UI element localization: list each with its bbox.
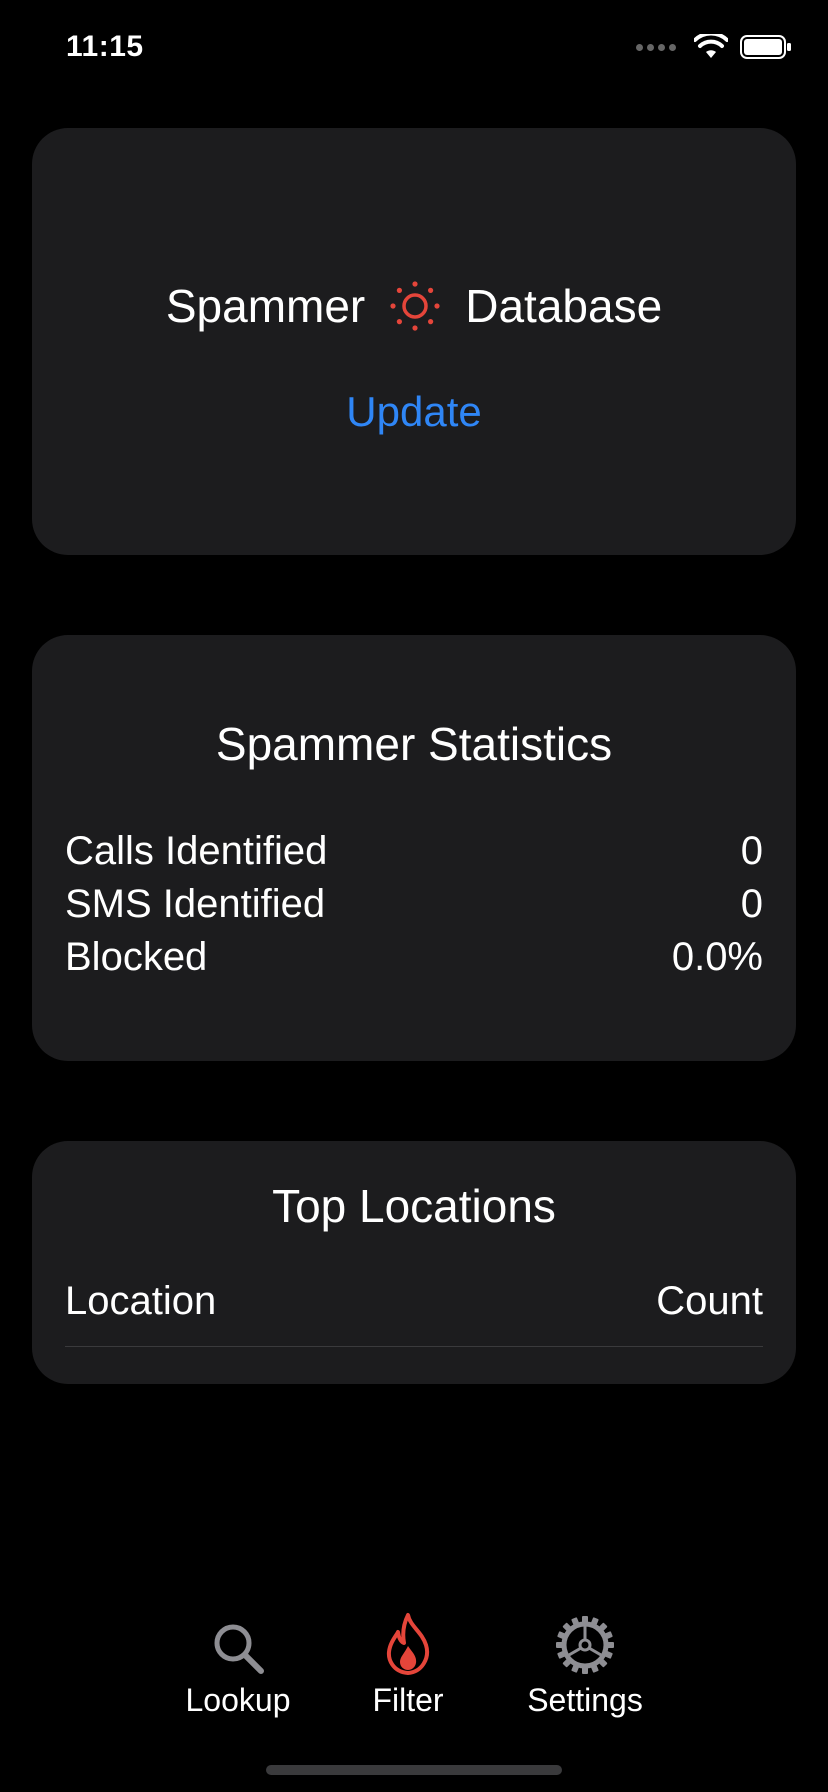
- flame-icon: [387, 1613, 429, 1675]
- stat-label: Blocked: [65, 935, 208, 979]
- status-icons: [636, 34, 792, 60]
- stat-row-blocked: Blocked 0.0%: [65, 931, 763, 983]
- tab-filter[interactable]: Filter: [328, 1610, 488, 1719]
- home-indicator: [266, 1765, 562, 1775]
- top-locations-card: Top Locations Location Count: [32, 1141, 796, 1384]
- database-title-right: Database: [465, 280, 663, 332]
- magnifying-glass-icon: [214, 1624, 264, 1674]
- database-title-left: Spammer: [165, 280, 366, 332]
- stat-row-sms: SMS Identified 0: [65, 878, 763, 930]
- locations-table-header: Location Count: [65, 1279, 763, 1324]
- cellular-signal-icon: [636, 43, 676, 51]
- stat-value: 0.0%: [671, 935, 763, 979]
- column-header-count: Count: [656, 1279, 763, 1323]
- column-header-location: Location: [65, 1279, 217, 1323]
- tab-bar: Lookup Filter Settings: [0, 1610, 828, 1730]
- tab-settings[interactable]: Settings: [505, 1610, 665, 1719]
- database-title: Spammer Database: [32, 278, 796, 334]
- database-card: Spammer Database Update: [32, 128, 796, 555]
- stat-label: Calls Identified: [65, 829, 328, 873]
- tab-label: Filter: [372, 1682, 444, 1718]
- status-bar: 11:15: [0, 0, 828, 100]
- tab-lookup[interactable]: Lookup: [158, 1610, 318, 1719]
- status-time: 11:15: [66, 30, 144, 63]
- battery-icon: [740, 35, 791, 59]
- stat-label: SMS Identified: [65, 882, 326, 926]
- statistics-card: Spammer Statistics Calls Identified 0 SM…: [32, 635, 796, 1061]
- stat-value: 0: [740, 882, 763, 926]
- top-locations-title: Top Locations: [272, 1180, 556, 1232]
- divider: [65, 1346, 763, 1347]
- stat-row-calls: Calls Identified 0: [65, 825, 763, 877]
- tab-label: Lookup: [185, 1682, 291, 1718]
- wifi-icon: [694, 34, 728, 58]
- update-button[interactable]: Update: [32, 388, 796, 436]
- statistics-title: Spammer Statistics: [215, 718, 613, 770]
- gear-icon: [556, 1616, 614, 1674]
- stat-value: 0: [740, 829, 763, 873]
- sun-icon: [390, 281, 440, 331]
- tab-label: Settings: [527, 1682, 643, 1718]
